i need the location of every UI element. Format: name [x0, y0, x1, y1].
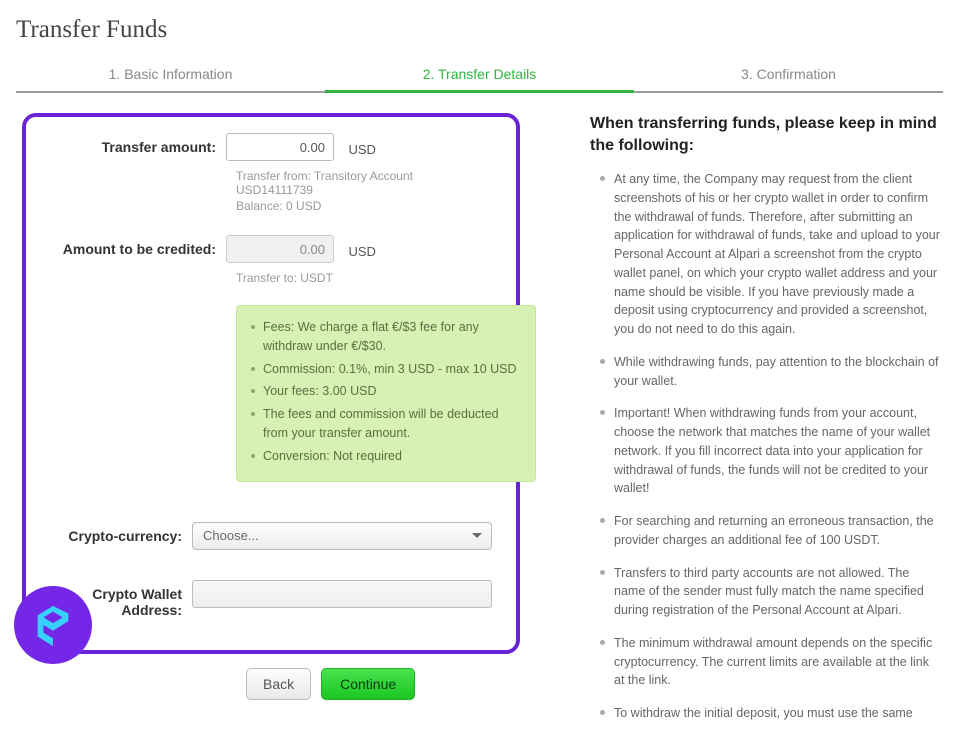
transfer-form-panel: Transfer amount: USD Transfer from: Tran…	[22, 113, 520, 654]
transfer-amount-label: Transfer amount:	[36, 133, 226, 155]
back-button[interactable]: Back	[246, 668, 311, 700]
page-title: Transfer Funds	[0, 0, 959, 48]
info-item: Transfers to third party accounts are no…	[600, 564, 940, 620]
brand-logo-icon	[30, 602, 76, 648]
transfer-amount-input[interactable]	[226, 133, 334, 161]
continue-button[interactable]: Continue	[321, 668, 415, 700]
crypto-currency-label: Crypto-currency:	[36, 522, 192, 544]
info-title: When transferring funds, please keep in …	[590, 113, 940, 156]
info-item: Important! When withdrawing funds from y…	[600, 404, 940, 498]
info-panel: When transferring funds, please keep in …	[590, 113, 940, 737]
transfer-to-hint: Transfer to: USDT	[236, 271, 492, 285]
credited-amount-currency: USD	[348, 239, 375, 259]
fees-infobox: Fees: We charge a flat €/$3 fee for any …	[236, 305, 536, 482]
wallet-address-input[interactable]	[192, 580, 492, 608]
info-item: For searching and returning an erroneous…	[600, 512, 940, 550]
info-item: The minimum withdrawal amount depends on…	[600, 634, 940, 690]
tab-transfer-details[interactable]: 2. Transfer Details	[325, 66, 634, 93]
info-item: While withdrawing funds, pay attention t…	[600, 353, 940, 391]
transfer-amount-currency: USD	[348, 137, 375, 157]
wizard-tabs: 1. Basic Information 2. Transfer Details…	[16, 66, 943, 93]
fee-item: The fees and commission will be deducted…	[251, 405, 521, 443]
fee-item: Your fees: 3.00 USD	[251, 382, 521, 401]
chevron-down-icon	[472, 533, 482, 538]
crypto-currency-select[interactable]: Choose...	[192, 522, 492, 550]
balance-hint: Balance: 0 USD	[236, 199, 492, 213]
credited-amount-input	[226, 235, 334, 263]
brand-badge	[14, 586, 92, 664]
tab-basic-info[interactable]: 1. Basic Information	[16, 66, 325, 93]
fee-item: Commission: 0.1%, min 3 USD - max 10 USD	[251, 360, 521, 379]
fee-item: Fees: We charge a flat €/$3 fee for any …	[251, 318, 521, 356]
info-item: To withdraw the initial deposit, you mus…	[600, 704, 940, 723]
credited-amount-label: Amount to be credited:	[36, 235, 226, 257]
tab-confirmation[interactable]: 3. Confirmation	[634, 66, 943, 93]
transfer-from-hint: Transfer from: Transitory Account USD141…	[236, 169, 492, 197]
info-item: At any time, the Company may request fro…	[600, 170, 940, 339]
fee-item: Conversion: Not required	[251, 447, 521, 466]
